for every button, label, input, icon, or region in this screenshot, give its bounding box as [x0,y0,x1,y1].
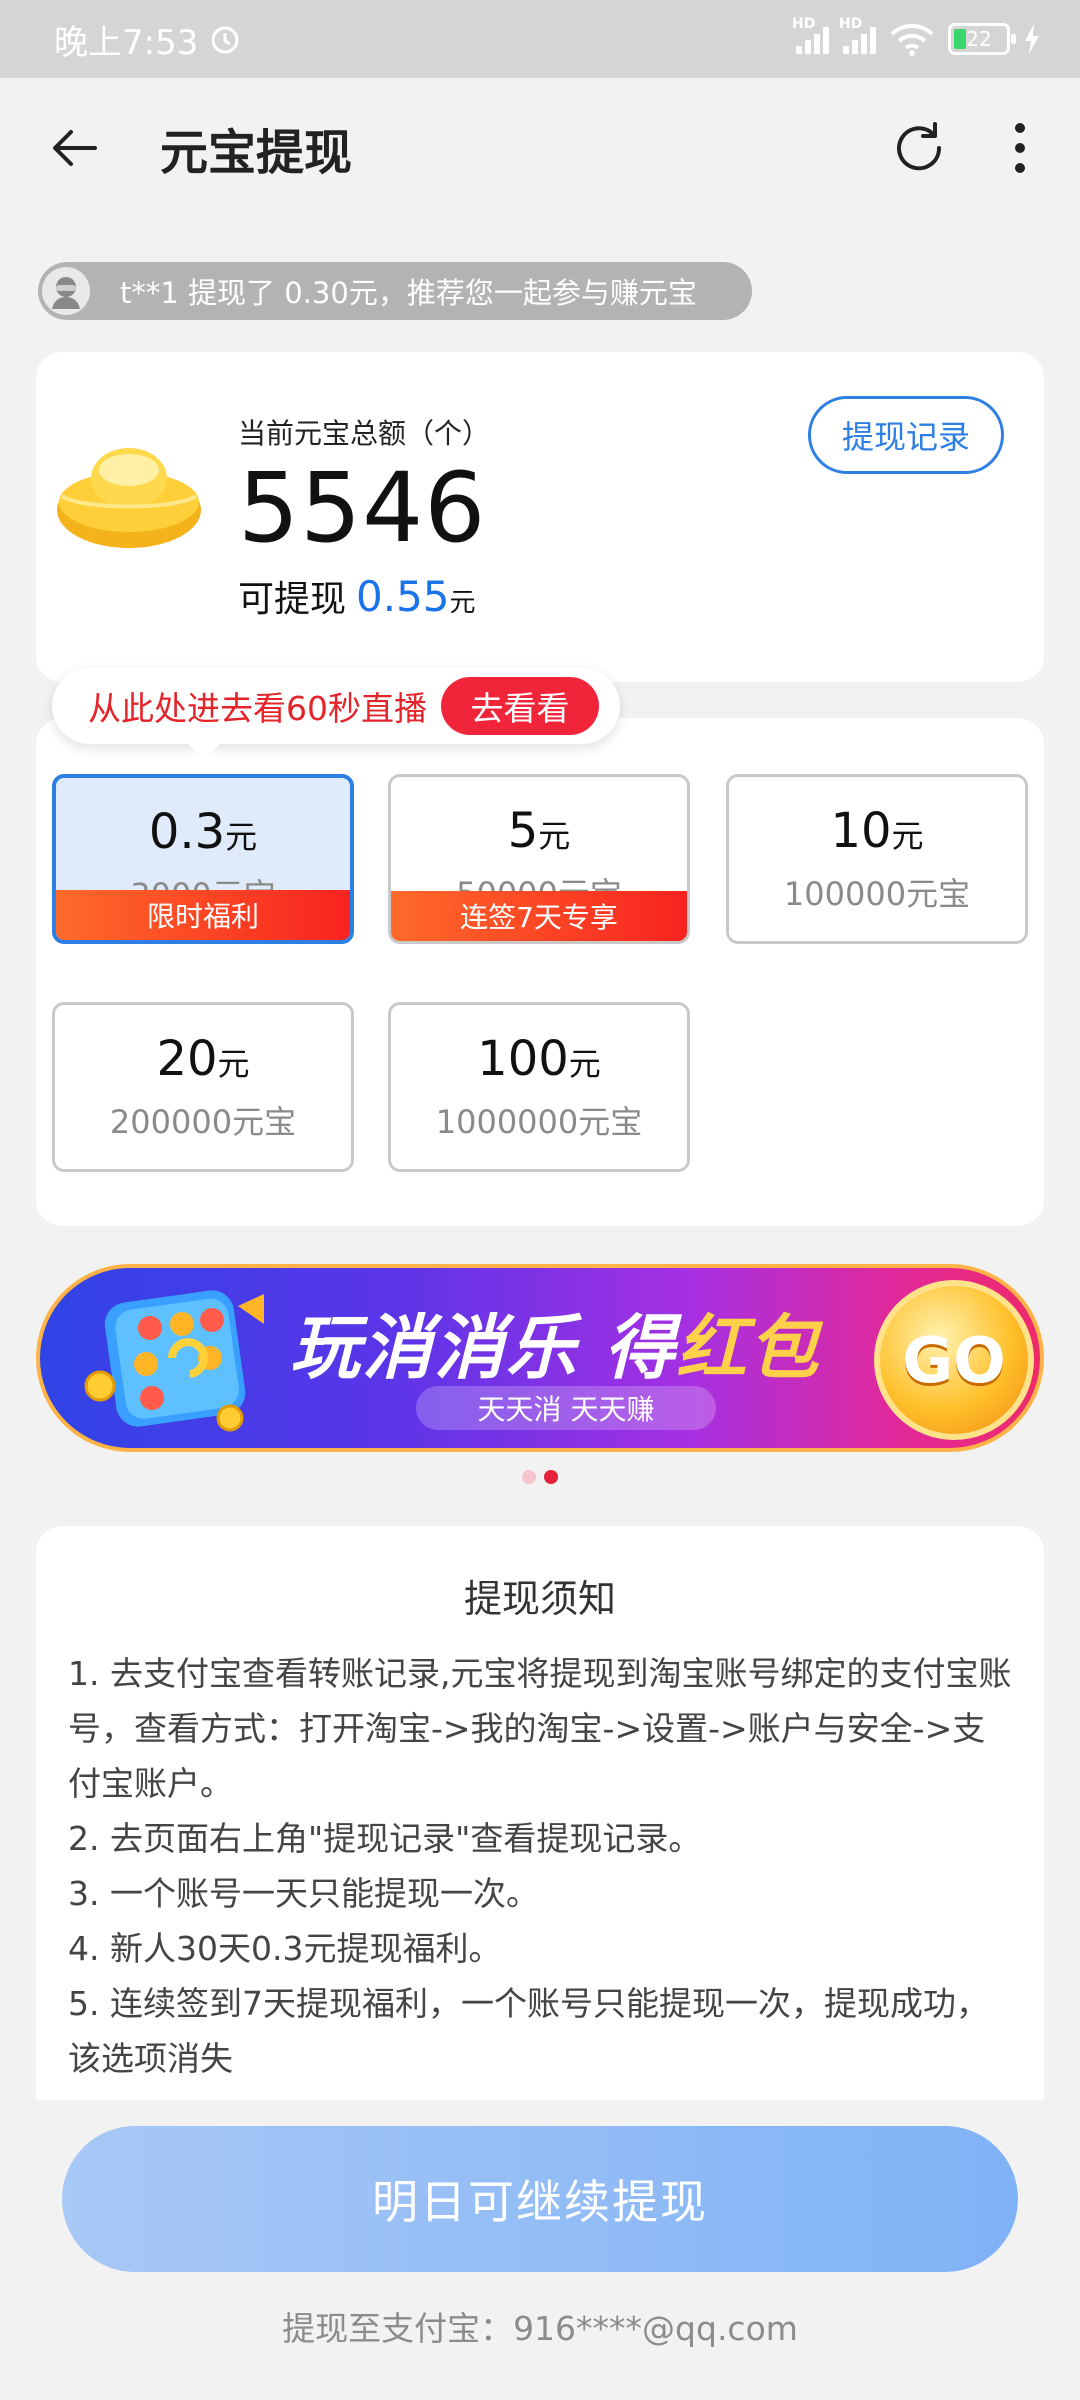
live-stream-tip: 从此处进去看60秒直播 去看看 [52,668,620,760]
signal-icon: HD [792,16,829,54]
balance-card: 当前元宝总额（个） 5546 可提现 0.55 元 提现记录 [36,352,1044,682]
withdrawable-unit: 元 [449,588,476,618]
withdraw-ticker: t**1 提现了 0.30元，推荐您一起参与赚元宝 [38,262,752,320]
status-bar: 晚上7:53 HD HD 22 [0,0,1080,78]
withdraw-records-button[interactable]: 提现记录 [808,396,1004,474]
option-amount: 20 [156,1031,218,1087]
option-amount: 0.3 [148,804,226,860]
option-tag: 连签7天专享 [391,891,687,941]
notice-title: 提现须知 [463,1577,616,1621]
game-cube-icon [84,1290,264,1432]
back-button[interactable] [40,113,110,183]
battery-icon: 22 [948,23,1016,55]
option-tag: 限时福利 [56,890,350,940]
banner-subtitle: 天天消 天天赚 [416,1386,716,1430]
option-20[interactable]: 20元 200000元宝 [52,1002,354,1172]
option-unit: 元 [538,817,571,855]
carousel-dot [522,1470,536,1484]
notice-item: 1. 去支付宝查看转账记录,元宝将提现到淘宝账号绑定的支付宝账号，查看方式：打开… [68,1654,1012,1803]
balance-value: 5546 [238,452,487,564]
balance-label: 当前元宝总额（个） [238,417,491,450]
charging-icon [1025,24,1039,54]
refresh-icon [897,122,942,171]
game-promo-banner[interactable]: 玩消消乐 得红包 天天消 天天赚 GO [36,1264,1044,1452]
alarm-icon [211,26,239,54]
notice-item: 5. 连续签到7天提现福利，一个账号只能提现一次，提现成功，该选项消失 [68,1984,989,2078]
withdrawable-amount: 0.55 [356,572,450,621]
option-cost: 100000元宝 [783,875,971,913]
gold-ingot-icon [57,448,201,548]
notice-item: 3. 一个账号一天只能提现一次。 [68,1874,539,1913]
option-cost: 200000元宝 [109,1103,297,1141]
withdraw-notice: 提现须知 1. 去支付宝查看转账记录,元宝将提现到淘宝账号绑定的支付宝账号，查看… [36,1526,1044,2100]
arrow-left-icon [53,130,97,166]
refresh-button[interactable] [884,113,954,183]
withdraw-button[interactable]: 明日可继续提现 [62,2126,1018,2272]
option-cost: 1000000元宝 [435,1103,643,1141]
option-amount: 5 [507,803,539,859]
option-unit: 元 [891,817,924,855]
option-5[interactable]: 5元 50000元宝 连签7天专享 [388,774,690,944]
live-tip-text: 从此处进去看60秒直播 [88,689,427,728]
option-amount: 100 [477,1031,569,1087]
notice-item: 2. 去页面右上角"提现记录"查看提现记录。 [68,1819,702,1858]
signal-icon: HD [839,16,876,54]
app-header: 元宝提现 [0,78,1080,218]
more-button[interactable] [1000,113,1040,183]
more-vertical-icon [1015,123,1025,173]
ticker-text: t**1 提现了 0.30元，推荐您一起参与赚元宝 [120,276,697,310]
option-unit: 元 [225,818,258,856]
page-title: 元宝提现 [160,125,353,181]
watch-live-button[interactable]: 去看看 [441,677,599,735]
withdraw-options-card: 0.3元 3000元宝 限时福利 5元 50000元宝 连签7天专享 10元 1… [36,718,1044,1226]
option-unit: 元 [217,1045,250,1083]
option-10[interactable]: 10元 100000元宝 [726,774,1028,944]
status-time: 晚上7:53 [54,22,199,63]
option-amount: 10 [830,803,892,859]
wifi-icon [890,24,934,56]
withdrawable-row: 可提现 0.55 元 [238,570,476,622]
avatar [42,267,90,315]
option-unit: 元 [568,1045,601,1083]
withdrawable-label: 可提现 [238,579,347,620]
notice-item: 4. 新人30天0.3元提现福利。 [68,1929,502,1968]
carousel-dot-active [544,1470,558,1484]
carousel-indicator [522,1470,558,1484]
banner-headline: 玩消消乐 得红包 [290,1307,821,1389]
destination-account: 提现至支付宝：916****@qq.com [282,2309,798,2348]
option-100[interactable]: 100元 1000000元宝 [388,1002,690,1172]
banner-go-button[interactable]: GO [874,1280,1034,1440]
option-0-3[interactable]: 0.3元 3000元宝 限时福利 [52,774,354,944]
user-avatar-icon [52,277,80,309]
